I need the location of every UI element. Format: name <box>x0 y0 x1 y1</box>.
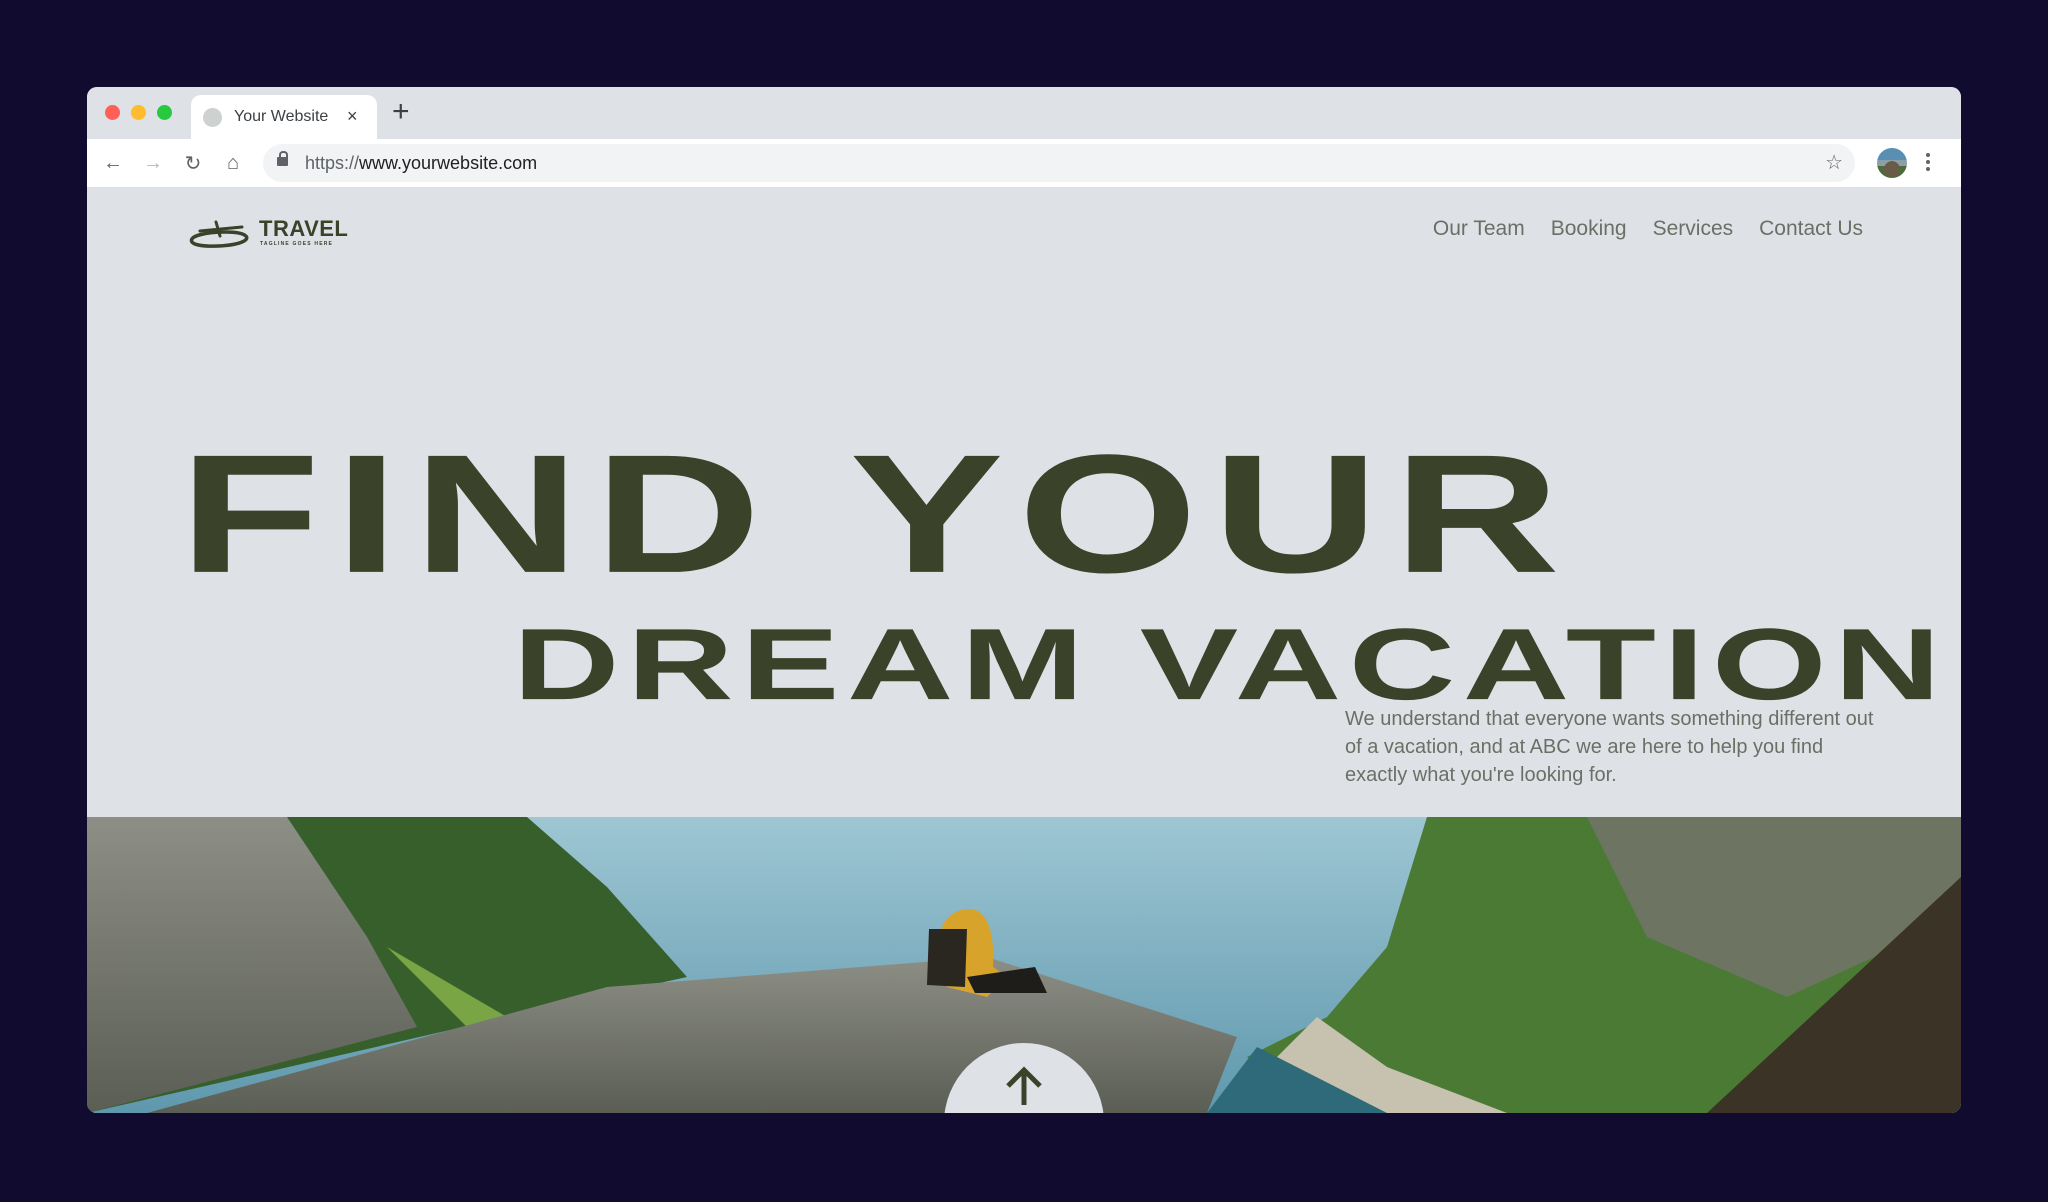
minimize-window-button[interactable] <box>131 105 146 120</box>
logo-tagline: TAGLINE GOES HERE <box>260 241 334 247</box>
maximize-window-button[interactable] <box>157 105 172 120</box>
reload-icon[interactable]: ↻ <box>179 149 207 177</box>
url-scheme: https:// <box>305 153 360 173</box>
main-nav: Our Team Booking Services Contact Us <box>1433 217 1863 241</box>
arrow-up-icon <box>1006 1066 1042 1105</box>
hero-heading-line2: DREAM VACATION <box>513 608 1949 722</box>
close-tab-icon[interactable]: × <box>347 106 358 127</box>
browser-tab[interactable]: Your Website × <box>191 95 377 139</box>
address-bar[interactable]: https://www.yourwebsite.com ☆ <box>263 144 1855 182</box>
more-menu-icon[interactable] <box>1925 151 1931 175</box>
site-logo[interactable]: TRAVEL TAGLINE GOES HERE <box>186 214 349 250</box>
home-icon[interactable]: ⌂ <box>219 149 247 177</box>
browser-window: Your Website × + ← → ↻ ⌂ https://www.you… <box>87 87 1961 1113</box>
lock-icon <box>277 151 288 166</box>
forward-arrow-icon[interactable]: → <box>139 149 167 177</box>
back-arrow-icon[interactable]: ← <box>99 149 127 177</box>
close-window-button[interactable] <box>105 105 120 120</box>
web-page: TRAVEL TAGLINE GOES HERE Our Team Bookin… <box>87 187 1961 1113</box>
url-text[interactable]: https://www.yourwebsite.com <box>305 153 537 174</box>
nav-contact-us[interactable]: Contact Us <box>1759 217 1863 241</box>
profile-avatar[interactable] <box>1877 148 1907 178</box>
nav-services[interactable]: Services <box>1653 217 1734 241</box>
tab-title: Your Website <box>234 108 329 125</box>
favicon-icon <box>203 108 222 127</box>
logo-name: TRAVEL <box>259 216 349 241</box>
browser-toolbar: ← → ↻ ⌂ https://www.yourwebsite.com ☆ <box>87 139 1961 187</box>
bookmark-star-icon[interactable]: ☆ <box>1825 150 1843 175</box>
intro-paragraph: We understand that everyone wants someth… <box>1345 708 1874 786</box>
url-host: www.yourwebsite.com <box>359 153 538 173</box>
nav-booking[interactable]: Booking <box>1551 217 1627 241</box>
tab-strip: Your Website × + <box>87 87 1961 139</box>
hero-heading-line1: FIND YOUR <box>179 419 1575 609</box>
new-tab-button[interactable]: + <box>392 97 410 127</box>
airplane-swoosh-icon <box>189 220 249 248</box>
nav-our-team[interactable]: Our Team <box>1433 217 1525 241</box>
